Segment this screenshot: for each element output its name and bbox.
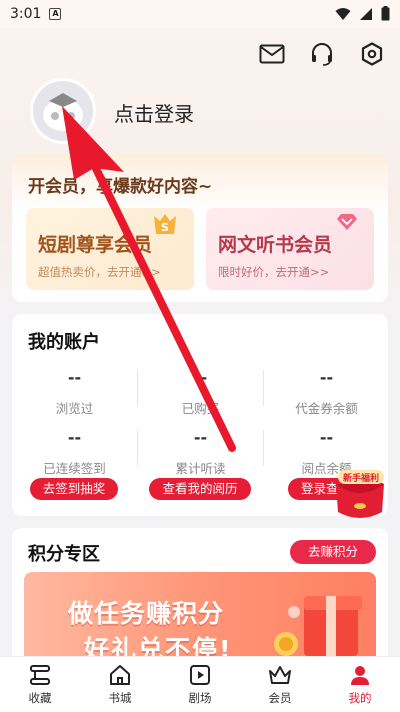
- stat-label: 已购买: [181, 401, 220, 416]
- stat-total-reading[interactable]: -- 累计听读: [138, 428, 263, 477]
- tab-theater[interactable]: 剧场: [160, 657, 240, 712]
- tab-label: 会员: [268, 691, 292, 705]
- login-link[interactable]: 点击登录: [114, 98, 194, 127]
- status-icons: [335, 6, 390, 21]
- settings-icon[interactable]: [358, 40, 386, 68]
- tab-label: 剧场: [188, 691, 212, 705]
- battery-icon: [381, 6, 390, 21]
- home-icon: [110, 665, 130, 685]
- tab-bookstore[interactable]: 书城: [80, 657, 160, 712]
- stat-label: 代金券余额: [295, 401, 358, 416]
- banner-line-1: 做任务赚积分: [68, 599, 225, 628]
- novel-audio-vip-card[interactable]: 网文听书会员 限时好价，去开通>>: [206, 208, 374, 290]
- diamond-badge-icon: [336, 212, 358, 236]
- wifi-icon: [335, 7, 351, 20]
- stat-value: --: [67, 368, 82, 387]
- earn-points-button[interactable]: 去赚积分: [290, 540, 376, 564]
- tab-label: 收藏: [28, 691, 52, 705]
- stat-label: 累计听读: [175, 461, 226, 476]
- account-title: 我的账户: [28, 332, 100, 353]
- stat-checkin-streak[interactable]: -- 已连续签到: [12, 428, 137, 477]
- vip-promo-card: 开会员，享爆款好内容~ S 短剧尊享会员 超值热卖价，去开通>> 网文听书会员 …: [12, 154, 388, 302]
- points-task-banner[interactable]: 做任务赚积分 好礼兑不停!: [24, 572, 376, 668]
- vip-card-name: 网文听书会员: [218, 234, 333, 256]
- notification-badge: A: [49, 8, 62, 20]
- checkin-lottery-button[interactable]: 去签到抽奖: [30, 478, 118, 500]
- crown-icon: [269, 666, 291, 684]
- stat-label: 浏览过: [55, 401, 94, 416]
- headset-icon[interactable]: [308, 40, 336, 68]
- bottom-tab-bar: 收藏 书城 剧场 会员 我的: [0, 656, 400, 712]
- vip-card-subtitle: 限时好价，去开通>>: [218, 265, 330, 279]
- stat-value: --: [319, 428, 334, 447]
- vip-card-name: 短剧尊享会员: [38, 234, 153, 256]
- stat-label: 已连续签到: [43, 461, 106, 476]
- stat-value: --: [193, 368, 208, 387]
- stat-browsed[interactable]: -- 浏览过: [12, 368, 137, 417]
- tab-label: 书城: [108, 691, 132, 705]
- status-bar: 3:01 A: [0, 0, 400, 28]
- play-icon: [190, 665, 210, 685]
- stat-value: --: [193, 428, 208, 447]
- points-title: 积分专区: [28, 544, 100, 565]
- newbie-gift-float[interactable]: 新手福利: [330, 462, 390, 524]
- tab-mine[interactable]: 我的: [320, 657, 400, 712]
- s-badge-icon: S: [152, 212, 178, 240]
- s-badge-letter: S: [161, 221, 169, 234]
- bookshelf-icon: [30, 665, 50, 685]
- stat-voucher-balance[interactable]: -- 代金券余额: [264, 368, 389, 417]
- mail-icon[interactable]: [258, 40, 286, 68]
- stat-value: --: [319, 368, 334, 387]
- avatar[interactable]: [30, 78, 96, 144]
- vip-card-subtitle: 超值热卖价，去开通>>: [38, 265, 161, 279]
- view-history-button[interactable]: 查看我的阅历: [149, 478, 251, 500]
- tab-label: 我的: [348, 691, 372, 705]
- status-time: 3:01: [10, 6, 42, 22]
- signal-icon: [360, 7, 372, 20]
- gift-label: 新手福利: [343, 472, 379, 484]
- top-toolbar: [258, 40, 386, 68]
- person-icon: [351, 666, 369, 685]
- short-drama-vip-card[interactable]: S 短剧尊享会员 超值热卖价，去开通>>: [26, 208, 194, 290]
- points-zone-card: 积分专区 去赚积分 做任务赚积分 好礼兑不停!: [12, 528, 388, 668]
- default-avatar-icon: [43, 93, 83, 131]
- tab-membership[interactable]: 会员: [240, 657, 320, 712]
- vip-title: 开会员，享爆款好内容~: [28, 177, 213, 197]
- tab-favorites[interactable]: 收藏: [0, 657, 80, 712]
- stat-purchased[interactable]: -- 已购买: [138, 368, 263, 417]
- stat-value: --: [67, 428, 82, 447]
